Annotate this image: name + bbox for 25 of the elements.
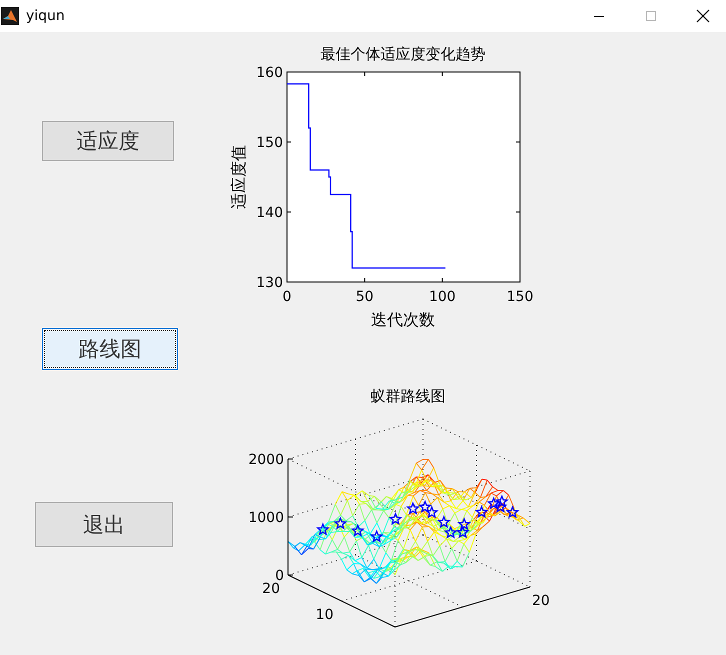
push-button[interactable]: 退出 — [35, 502, 173, 547]
chart-title: 蚁群路线图 — [370, 387, 446, 405]
axis-tick-label: 130 — [256, 275, 283, 291]
axis-tick-label: 2000 — [248, 452, 284, 468]
push-button[interactable]: 适应度 — [42, 121, 174, 161]
axis-label: 适应度值 — [229, 145, 248, 209]
axis-tick-label: 50 — [356, 289, 374, 305]
maximize-icon — [645, 10, 657, 22]
axis-tick-label: 150 — [506, 289, 534, 305]
axis-label: 迭代次数 — [371, 310, 435, 329]
chart-title: 最佳个体适应度变化趋势 — [320, 45, 486, 63]
axis-tick-label: 20 — [532, 593, 550, 609]
axis-tick-label: 1000 — [248, 510, 284, 526]
axis-tick-label: 140 — [256, 205, 283, 221]
axis-tick-label: 100 — [428, 289, 456, 305]
axis-tick-label: 150 — [256, 135, 283, 151]
window-title: yiqun — [26, 8, 65, 24]
axis-tick-label: 0 — [282, 289, 292, 305]
axis-tick-label: 10 — [316, 607, 334, 623]
axis-tick-label: 20 — [262, 581, 280, 597]
close-icon — [696, 9, 710, 23]
axis-tick-label: 160 — [256, 65, 283, 81]
axis-tick-label: 0 — [275, 568, 284, 584]
push-button[interactable]: 路线图 — [42, 328, 178, 370]
app-logo-icon — [1, 7, 19, 25]
